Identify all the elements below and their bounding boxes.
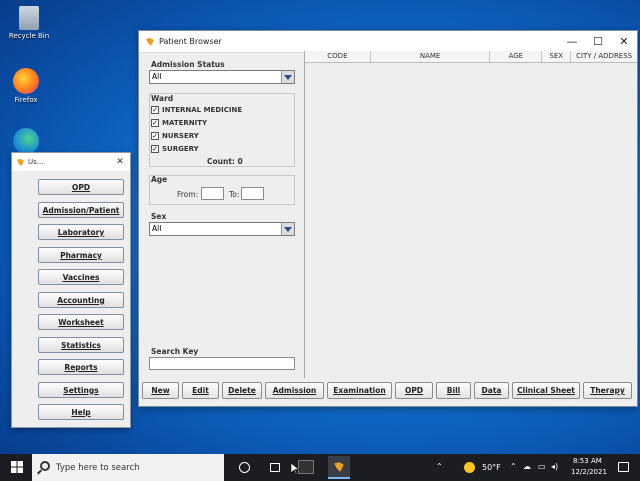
maximize-button[interactable]: ☐	[585, 31, 611, 53]
edit-button[interactable]: Edit	[182, 382, 219, 399]
close-button[interactable]: ✕	[611, 31, 637, 53]
table-header: CODE NAME AGE SEX CITY / ADDRESS	[305, 51, 637, 63]
clinical-sheet-button[interactable]: Clinical Sheet	[512, 382, 580, 399]
cortana-icon[interactable]	[239, 462, 250, 473]
opd-button[interactable]: OPD	[395, 382, 433, 399]
search-key-input[interactable]	[149, 357, 295, 370]
chevron-down-icon	[281, 223, 294, 235]
ward-internal-medicine-checkbox[interactable]: ✓ INTERNAL MEDICINE	[151, 106, 242, 114]
window-title: Patient Browser	[159, 37, 222, 46]
weather-sun-icon	[464, 462, 475, 473]
cloud-icon: ☁	[523, 462, 531, 471]
notification-icon[interactable]	[618, 462, 629, 472]
sex-select[interactable]: All	[149, 222, 295, 236]
patient-browser-window: Patient Browser — ☐ ✕ Admission Status A…	[138, 30, 638, 407]
admission-status-value: All	[152, 72, 162, 81]
ward-nursery-checkbox[interactable]: ✓ NURSERY	[151, 132, 199, 140]
recycle-bin-label: Recycle Bin	[8, 32, 50, 40]
therapy-button[interactable]: Therapy	[583, 382, 632, 399]
delete-button[interactable]: Delete	[222, 382, 262, 399]
bill-button[interactable]: Bill	[436, 382, 471, 399]
clock-date[interactable]: 12/2/2021	[571, 468, 607, 476]
examination-button[interactable]: Examination	[327, 382, 392, 399]
ward-count: Count: 0	[207, 157, 243, 166]
menu-reports-button[interactable]: Reports	[38, 359, 124, 375]
main-menu-window: Us... ✕ OPD Admission/Patient Laboratory…	[11, 152, 131, 428]
taskbar: Type here to search ⌃ 50°F ⌃ ☁ ▭ ◂) 8:53…	[0, 454, 640, 481]
menu-help-button[interactable]: Help	[38, 404, 124, 420]
menu-title-bar: Us... ✕	[12, 153, 130, 171]
chevron-down-icon	[281, 71, 294, 83]
app-logo-icon	[16, 158, 25, 166]
firefox-label: Firefox	[14, 96, 38, 104]
filter-panel: Admission Status All Ward ✓ INTERNAL MEDI…	[145, 57, 299, 375]
column-header-age[interactable]: AGE	[490, 51, 543, 62]
menu-vaccines-button[interactable]: Vaccines	[38, 269, 124, 285]
menu-close-button[interactable]: ✕	[110, 157, 130, 167]
age-to-label: To:	[229, 190, 240, 199]
recycle-bin-icon[interactable]: Recycle Bin	[6, 6, 52, 40]
windows-start-icon[interactable]	[11, 461, 23, 473]
menu-admission-patient-button[interactable]: Admission/Patient	[38, 202, 124, 218]
network-icon[interactable]: ▭	[538, 462, 546, 471]
minimize-button[interactable]: —	[559, 31, 585, 53]
menu-window-title: Us...	[28, 158, 44, 166]
search-placeholder: Type here to search	[56, 462, 140, 473]
mouse-cursor-icon	[291, 463, 299, 475]
ward-surgery-checkbox[interactable]: ✓ SURGERY	[151, 145, 199, 153]
age-to-input[interactable]	[241, 187, 264, 200]
ward-maternity-checkbox[interactable]: ✓ MATERNITY	[151, 119, 207, 127]
menu-opd-button[interactable]: OPD	[38, 179, 124, 195]
new-button[interactable]: New	[142, 382, 179, 399]
sex-label: Sex	[151, 212, 167, 221]
task-view-icon[interactable]	[270, 463, 280, 472]
search-icon	[40, 461, 50, 471]
menu-accounting-button[interactable]: Accounting	[38, 292, 124, 308]
column-header-city-address[interactable]: CITY / ADDRESS	[571, 51, 637, 62]
firefox-icon[interactable]: Firefox	[3, 68, 49, 104]
admission-button[interactable]: Admission	[265, 382, 324, 399]
patient-table[interactable]: CODE NAME AGE SEX CITY / ADDRESS	[304, 51, 637, 378]
terminal-taskbar-icon[interactable]	[298, 460, 314, 474]
data-button[interactable]: Data	[474, 382, 509, 399]
ward-label: Ward	[151, 94, 174, 103]
age-label: Age	[151, 175, 168, 184]
column-header-sex[interactable]: SEX	[542, 51, 572, 62]
show-hidden-icons-icon[interactable]: ⌃	[436, 462, 443, 471]
search-key-label: Search Key	[151, 347, 199, 356]
sex-value: All	[152, 224, 162, 233]
volume-icon[interactable]: ◂)	[551, 462, 558, 471]
age-from-input[interactable]	[201, 187, 224, 200]
weather-temperature[interactable]: 50°F	[482, 463, 501, 472]
menu-pharmacy-button[interactable]: Pharmacy	[38, 247, 124, 263]
column-header-code[interactable]: CODE	[305, 51, 371, 62]
title-bar: Patient Browser — ☐ ✕	[139, 31, 637, 53]
app-logo-icon	[334, 461, 344, 472]
menu-statistics-button[interactable]: Statistics	[38, 337, 124, 353]
admission-status-label: Admission Status	[151, 60, 225, 69]
tray-chevron-icon[interactable]: ⌃	[510, 462, 517, 471]
menu-settings-button[interactable]: Settings	[38, 382, 124, 398]
ward-group	[149, 93, 295, 167]
menu-worksheet-button[interactable]: Worksheet	[38, 314, 124, 330]
age-from-label: From:	[177, 190, 199, 199]
clock-time[interactable]: 8:53 AM	[573, 457, 602, 465]
menu-laboratory-button[interactable]: Laboratory	[38, 224, 124, 240]
app-logo-icon	[146, 37, 154, 46]
action-button-bar: New Edit Delete Admission Examination OP…	[139, 382, 637, 402]
hospital-app-taskbar-icon[interactable]	[328, 456, 350, 479]
column-header-name[interactable]: NAME	[371, 51, 491, 62]
admission-status-select[interactable]: All	[149, 70, 295, 84]
taskbar-search-box[interactable]: Type here to search	[32, 454, 224, 481]
